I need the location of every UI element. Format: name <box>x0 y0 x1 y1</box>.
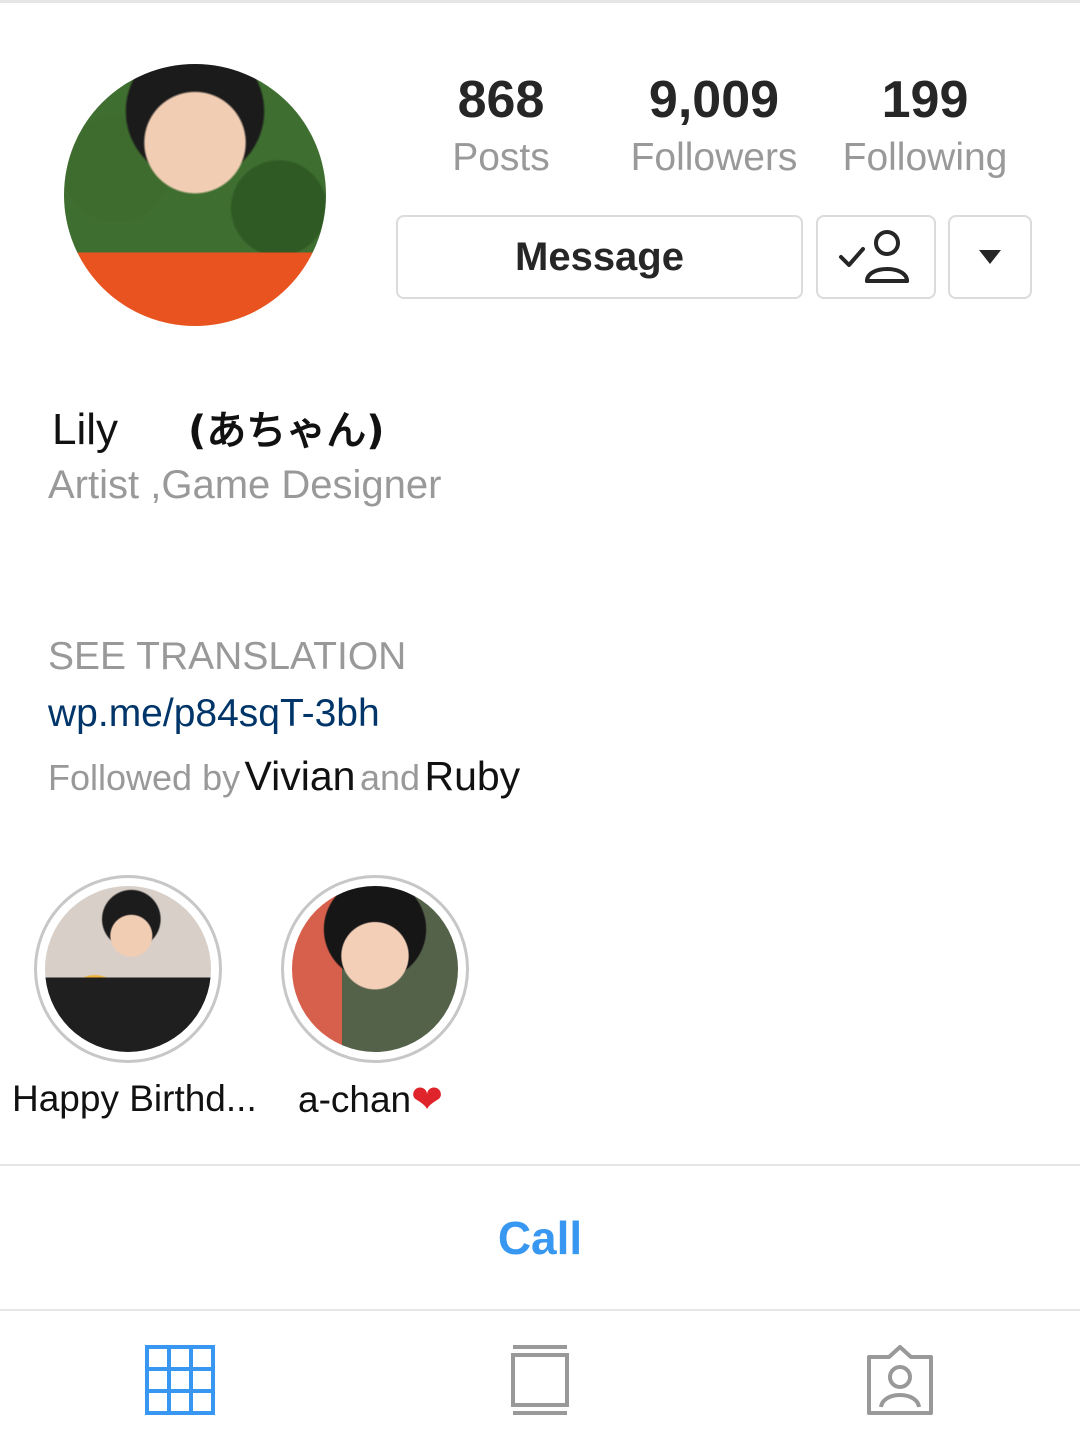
more-options-button[interactable] <box>948 215 1032 299</box>
following-label: Following <box>842 136 1008 179</box>
highlight-cover-image <box>292 886 458 1052</box>
followers-label: Followers <box>630 136 798 179</box>
profile-stats: 868 Posts 9,009 Followers 199 Following <box>396 70 1032 194</box>
following-count: 199 <box>881 71 969 129</box>
tab-grid[interactable] <box>0 1311 360 1448</box>
followed-by-prefix: Followed by <box>48 757 241 798</box>
story-highlight[interactable]: a-chan❤ <box>281 875 469 1121</box>
call-button[interactable]: Call <box>0 1166 1080 1309</box>
following-toggle-button[interactable] <box>816 215 936 299</box>
highlight-label: Happy Birthd... <box>12 1078 257 1119</box>
followed-by-user-1[interactable]: Vivian <box>245 753 356 799</box>
followed-by-and: and <box>359 757 421 798</box>
followed-by: Followed by Vivian and Ruby <box>48 748 520 814</box>
tagged-icon <box>867 1344 933 1415</box>
see-translation-link[interactable]: SEE TRANSLATION <box>48 632 406 682</box>
grid-icon <box>145 1344 215 1415</box>
highlight-cover-image <box>45 886 211 1052</box>
message-button[interactable]: Message <box>396 215 803 299</box>
followed-by-user-2[interactable]: Ruby <box>424 753 520 799</box>
top-divider <box>0 0 1080 3</box>
highlight-label-text: a-chan <box>298 1079 412 1120</box>
profile-category: Artist ,Game Designer <box>48 463 442 507</box>
followers-count: 9,009 <box>648 71 780 129</box>
heart-icon: ❤ <box>411 1077 443 1121</box>
person-check-icon <box>839 230 909 283</box>
profile-tabs <box>0 1311 1080 1448</box>
posts-label: Posts <box>452 136 550 179</box>
following-stat[interactable]: 199 Following <box>832 70 1018 186</box>
followers-stat[interactable]: 9,009 Followers <box>620 70 808 186</box>
profile-name-text: Lily <box>52 405 119 454</box>
profile-avatar[interactable] <box>64 64 326 326</box>
story-highlight[interactable]: Happy Birthd... <box>12 875 257 1119</box>
highlight-ring <box>281 875 469 1063</box>
highlight-label: a-chan❤ <box>298 1075 443 1124</box>
tab-tagged[interactable] <box>720 1311 1080 1448</box>
posts-stat[interactable]: 868 Posts <box>436 70 566 186</box>
posts-count: 868 <box>457 71 545 129</box>
tab-feed[interactable] <box>360 1311 720 1448</box>
caret-down-icon <box>979 250 1001 264</box>
highlight-ring <box>34 875 222 1063</box>
website-link[interactable]: wp.me/p84sqT-3bh <box>48 688 380 740</box>
profile-name: Lily (あちゃん) <box>52 400 385 461</box>
feed-icon <box>511 1344 569 1415</box>
profile-name-jp: (あちゃん) <box>188 408 385 454</box>
